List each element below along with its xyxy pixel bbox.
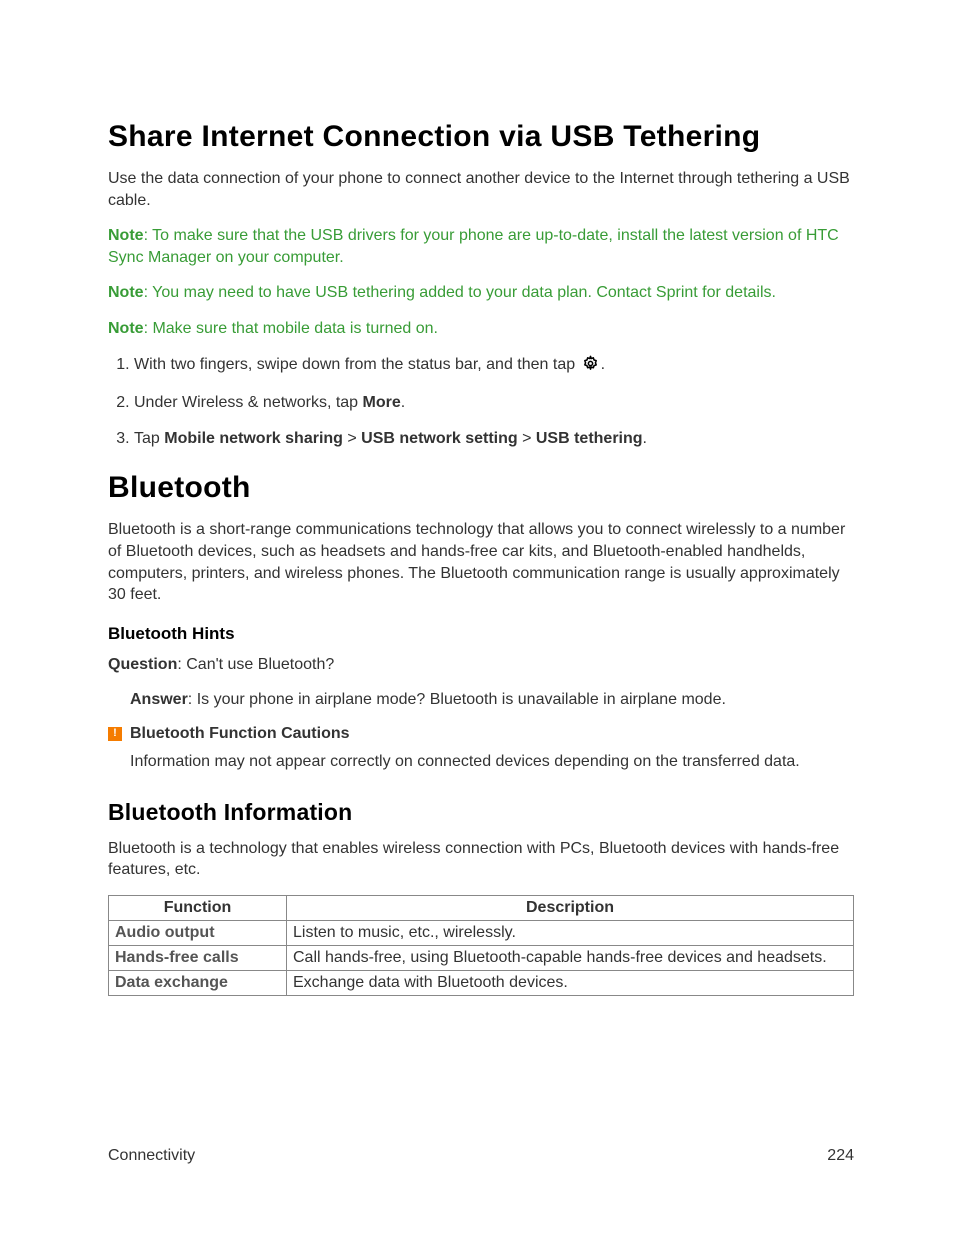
heading-bluetooth-hints: Bluetooth Hints [108, 624, 854, 644]
table-cell-description: Call hands-free, using Bluetooth-capable… [287, 945, 854, 970]
caution-icon: ! [108, 727, 122, 741]
step-3-bold-1: Mobile network sharing [164, 430, 343, 447]
step-2: Under Wireless & networks, tap More. [134, 392, 854, 414]
heading-bluetooth-information: Bluetooth Information [108, 799, 854, 826]
table-cell-description: Exchange data with Bluetooth devices. [287, 970, 854, 995]
bluetooth-info-table: Function Description Audio output Listen… [108, 895, 854, 996]
note-2: Note: You may need to have USB tethering… [108, 282, 854, 304]
step-3-sep-2: > [518, 430, 536, 447]
table-cell-function: Audio output [109, 920, 287, 945]
caution-body: Information may not appear correctly on … [130, 751, 854, 773]
bluetooth-answer: Answer: Is your phone in airplane mode? … [130, 689, 854, 711]
step-3-end: . [643, 430, 647, 447]
table-cell-function: Hands-free calls [109, 945, 287, 970]
step-2-bold-more: More [363, 394, 401, 411]
step-1-text-b: . [601, 356, 605, 373]
table-row: Audio output Listen to music, etc., wire… [109, 920, 854, 945]
step-1: With two fingers, swipe down from the st… [134, 354, 854, 379]
question-text: : Can't use Bluetooth? [177, 656, 334, 673]
caution-title: Bluetooth Function Cautions [130, 725, 350, 743]
page-footer: Connectivity 224 [108, 1147, 854, 1165]
bluetooth-question: Question: Can't use Bluetooth? [108, 654, 854, 676]
table-row: Hands-free calls Call hands-free, using … [109, 945, 854, 970]
answer-text: : Is your phone in airplane mode? Blueto… [188, 691, 726, 708]
note-3: Note: Make sure that mobile data is turn… [108, 318, 854, 340]
answer-label: Answer [130, 691, 188, 708]
step-2-text-b: . [401, 394, 405, 411]
note-label: Note [108, 320, 144, 337]
table-header-row: Function Description [109, 895, 854, 920]
question-label: Question [108, 656, 177, 673]
settings-gear-icon [582, 355, 599, 379]
table-row: Data exchange Exchange data with Bluetoo… [109, 970, 854, 995]
heading-share-usb-tethering: Share Internet Connection via USB Tether… [108, 120, 854, 154]
table-header-function: Function [109, 895, 287, 920]
paragraph-share-intro: Use the data connection of your phone to… [108, 168, 854, 211]
heading-bluetooth: Bluetooth [108, 471, 854, 505]
paragraph-bluetooth-info-intro: Bluetooth is a technology that enables w… [108, 838, 854, 881]
step-3: Tap Mobile network sharing > USB network… [134, 428, 854, 450]
step-1-text-a: With two fingers, swipe down from the st… [134, 356, 580, 373]
tethering-steps-list: With two fingers, swipe down from the st… [108, 354, 854, 450]
caution-row: ! Bluetooth Function Cautions [108, 725, 854, 743]
document-page: Share Internet Connection via USB Tether… [0, 0, 954, 1235]
step-3-bold-2: USB network setting [361, 430, 517, 447]
table-cell-description: Listen to music, etc., wirelessly. [287, 920, 854, 945]
note-label: Note [108, 284, 144, 301]
note-label: Note [108, 227, 144, 244]
step-2-text-a: Under Wireless & networks, tap [134, 394, 363, 411]
footer-section: Connectivity [108, 1147, 195, 1165]
table-header-description: Description [287, 895, 854, 920]
table-cell-function: Data exchange [109, 970, 287, 995]
note-1: Note: To make sure that the USB drivers … [108, 225, 854, 268]
step-3-sep-1: > [343, 430, 361, 447]
paragraph-bluetooth-intro: Bluetooth is a short-range communication… [108, 519, 854, 605]
step-3-text-a: Tap [134, 430, 164, 447]
footer-page-number: 224 [827, 1147, 854, 1165]
note-1-text: : To make sure that the USB drivers for … [108, 227, 839, 266]
step-3-bold-3: USB tethering [536, 430, 643, 447]
note-2-text: : You may need to have USB tethering add… [144, 284, 776, 301]
note-3-text: : Make sure that mobile data is turned o… [144, 320, 438, 337]
